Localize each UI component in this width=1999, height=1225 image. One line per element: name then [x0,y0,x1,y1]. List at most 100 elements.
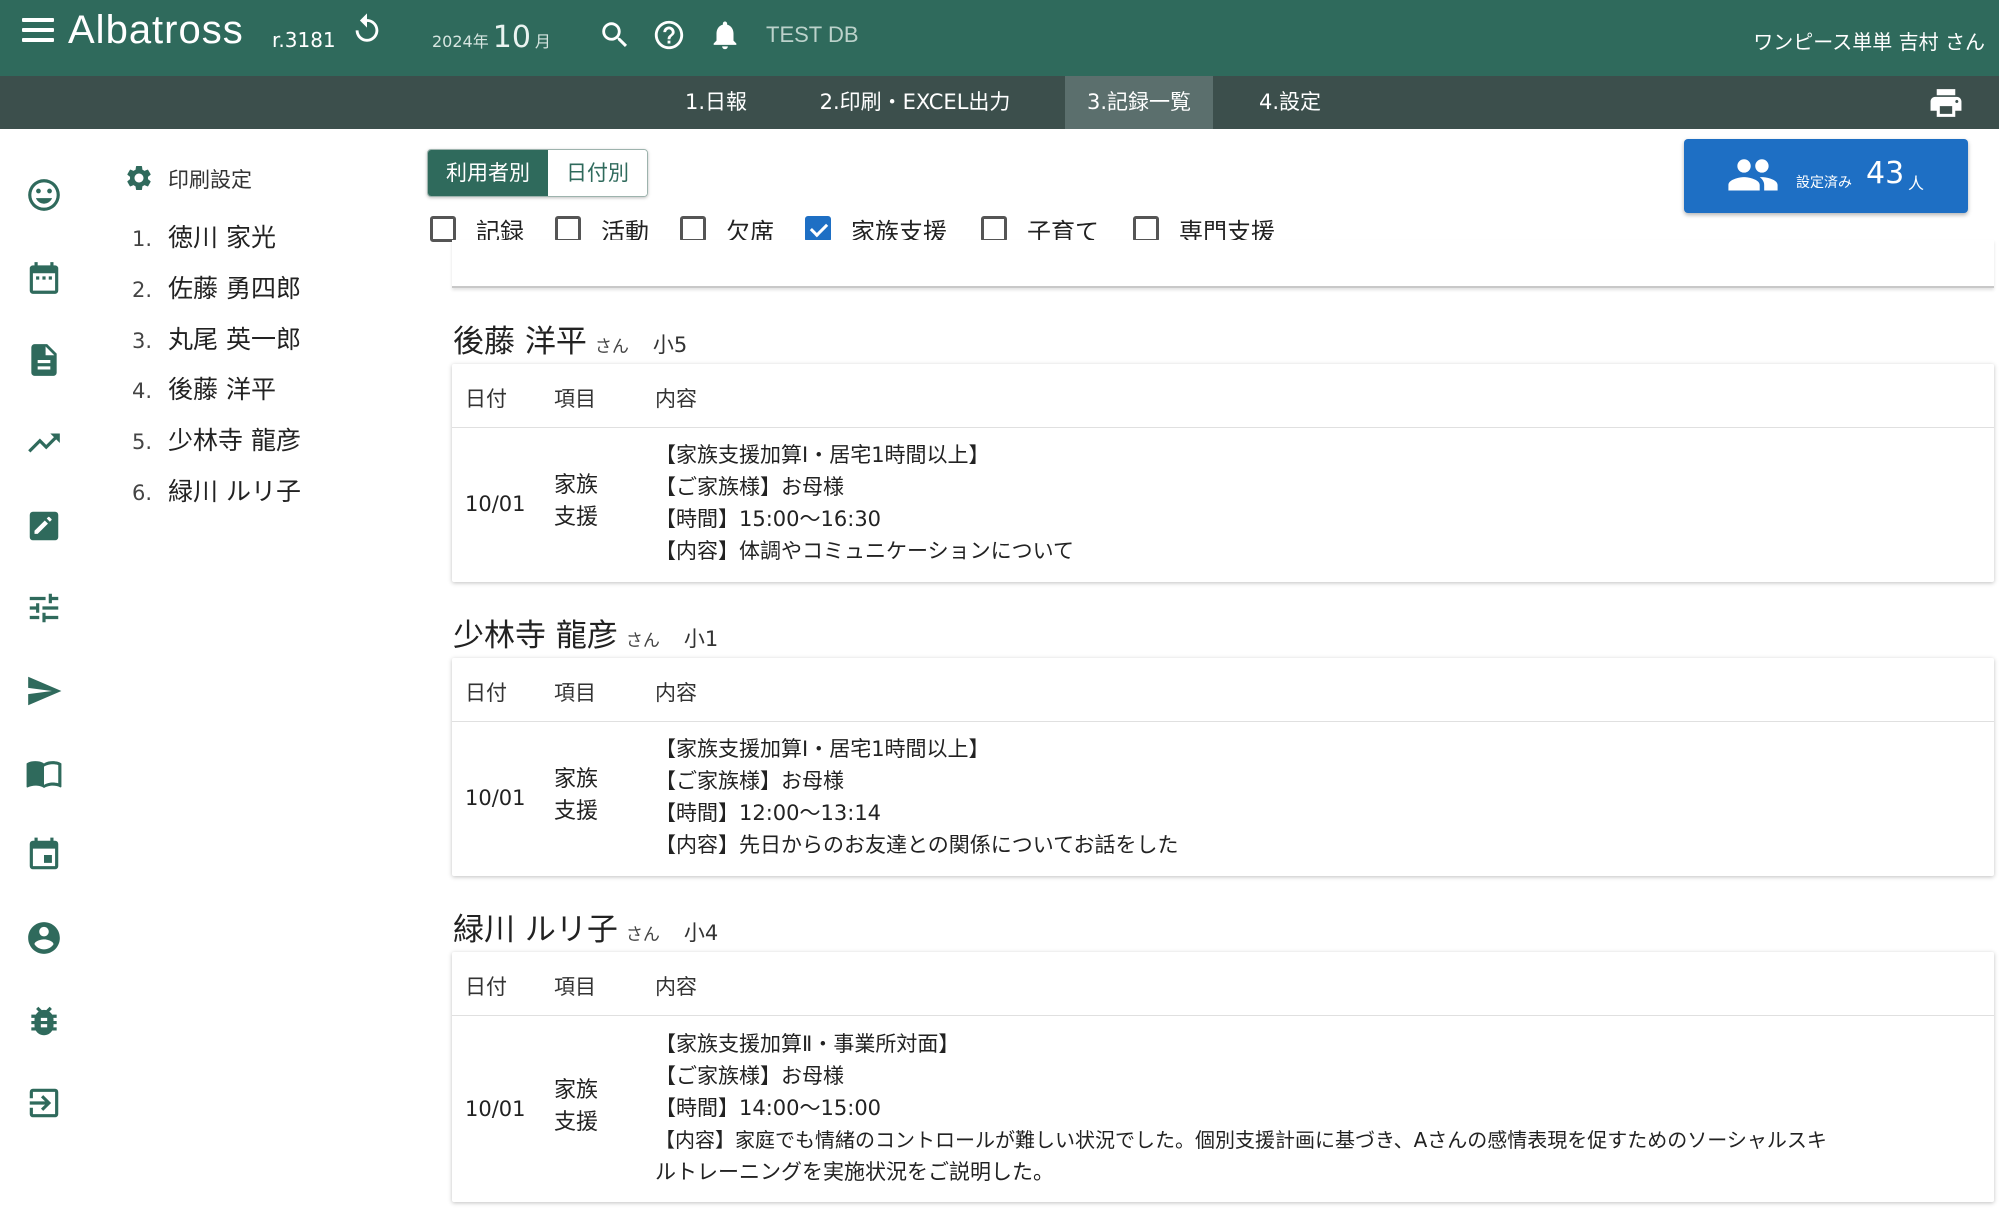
print-settings-title: 印刷設定 [168,168,252,192]
content-line: 【家族支援加算Ⅰ・居宅1時間以上】 [655,443,990,467]
record-item-line: 支援 [554,505,599,530]
record-header: 少林寺 龍彦 さん 小1 [453,610,718,655]
record-user-name: 緑川 ルリ子 [453,912,618,948]
list-item-number: 2. [132,277,153,302]
content-line: 【ご家族様】お母様 [655,769,844,793]
record-date: 10/01 [465,1097,526,1121]
record-grade: 小1 [683,627,719,651]
content-line: 【家族支援加算Ⅰ・居宅1時間以上】 [655,737,990,761]
edit-icon[interactable] [25,507,63,545]
list-item-number: 5. [132,430,153,455]
tab-settings[interactable]: 4.設定 [1248,76,1332,129]
db-name: TEST DB [766,22,859,47]
menu-icon[interactable] [22,18,54,46]
refresh-icon[interactable] [350,12,384,55]
list-item-name: 緑川 ルリ子 [168,476,301,506]
account-icon[interactable] [25,919,63,957]
list-item[interactable]: 4. 後藤 洋平 [132,370,301,421]
record-honorific: さん [594,337,629,357]
tune-icon[interactable] [25,589,63,627]
checkbox[interactable] [805,216,831,242]
column-header-date: 日付 [465,975,507,999]
search-icon[interactable] [598,18,632,52]
calendar-icon[interactable] [25,259,63,297]
content-line: 【家族支援加算Ⅱ・事業所対面】 [655,1032,960,1056]
content-line: 【内容】家庭でも情緒のコントロールが難しい状況でした。個別支援計画に基づき、Aさ… [655,1128,1827,1152]
record-item: 家族 支援 [554,764,598,828]
list-item[interactable]: 2. 佐藤 勇四郎 [132,269,301,320]
record-item: 家族 支援 [554,470,598,534]
toggle-by-user[interactable]: 利用者別 [428,150,548,196]
column-header-item: 項目 [554,975,596,999]
list-item-name: 徳川 家光 [168,223,276,252]
record-card: 日付 項目 内容 10/01 家族 支援 【家族支援加算Ⅰ・居宅1時間以上】 【ご… [452,658,1994,876]
previous-record-card [452,240,1994,288]
record-item-line: 支援 [554,1110,599,1135]
list-item-number: 6. [132,480,153,505]
print-user-list: 1. 徳川 家光 2. 佐藤 勇四郎 3. 丸尾 英一郎 4. 後藤 洋平 5. 少林寺 … [132,218,301,523]
tab-record-list[interactable]: 3.記録一覧 [1065,76,1213,129]
list-item[interactable]: 5. 少林寺 龍彦 [132,421,301,472]
count-value: 43 [1866,156,1905,191]
content-line: 【時間】12:00〜13:14 [655,801,882,825]
list-item-name: 佐藤 勇四郎 [168,273,301,303]
send-icon[interactable] [25,672,63,710]
help-icon[interactable] [652,18,686,52]
event-icon[interactable] [25,836,63,874]
record-date: 10/01 [465,786,526,810]
record-grade: 小4 [683,921,719,945]
record-item: 家族 支援 [554,1075,598,1139]
list-item[interactable]: 3. 丸尾 英一郎 [132,320,301,371]
view-toggle: 利用者別 日付別 [427,149,648,197]
period-selector[interactable]: 2024年 10 月 [432,20,551,55]
app-version: r.3181 [272,28,336,52]
list-item-name: 後藤 洋平 [168,375,276,405]
checkbox[interactable] [430,216,456,242]
tab-daily-report[interactable]: 1.日報 [668,76,764,129]
configured-users-button[interactable]: 設定済み 43 人 [1684,139,1968,213]
record-content: 【家族支援加算Ⅰ・居宅1時間以上】 【ご家族様】お母様 【時間】12:00〜13… [655,733,1179,861]
list-item[interactable]: 6. 緑川 ルリ子 [132,472,301,523]
column-header-date: 日付 [465,387,507,411]
record-header: 緑川 ルリ子 さん 小4 [453,904,718,949]
toggle-by-date[interactable]: 日付別 [548,150,647,196]
user-name[interactable]: ワンピース単単 吉村 さん [1753,26,1985,55]
top-app-bar: Albatross r.3181 2024年 10 月 TEST DB ワンピース単… [0,0,1999,76]
record-content: 【家族支援加算Ⅱ・事業所対面】 【ご家族様】お母様 【時間】14:00〜15:0… [655,1028,1985,1188]
smile-icon[interactable] [25,176,63,214]
checkbox[interactable] [680,216,706,242]
record-user-name: 少林寺 龍彦 [453,618,618,654]
list-item[interactable]: 1. 徳川 家光 [132,218,301,269]
content-line: ルトレーニングを実施状況をご説明した。 [655,1160,1054,1184]
column-header-date: 日付 [465,681,507,705]
list-item-name: 丸尾 英一郎 [168,324,301,354]
list-item-name: 少林寺 龍彦 [168,426,301,456]
tab-bar: 1.日報 2.印刷・EXCEL出力 3.記録一覧 4.設定 [0,76,1999,129]
content-line: 【時間】14:00〜15:00 [655,1096,882,1120]
record-header: 後藤 洋平 さん 小5 [453,316,687,361]
record-content: 【家族支援加算Ⅰ・居宅1時間以上】 【ご家族様】お母様 【時間】15:00〜16… [655,439,1074,567]
logout-icon[interactable] [25,1084,63,1122]
bell-icon[interactable] [708,18,742,52]
bug-icon[interactable] [25,1002,63,1040]
period-year: 2024年 [432,32,489,51]
content-line: 【内容】体調やコミュニケーションについて [655,539,1074,563]
record-item-line: 支援 [554,799,599,824]
document-icon[interactable] [25,341,63,379]
period-month: 10 [492,20,531,55]
tab-print-excel[interactable]: 2.印刷・EXCEL出力 [800,76,1030,129]
column-header-content: 内容 [655,681,697,705]
print-icon[interactable] [1927,86,1965,118]
content-line: 【ご家族様】お母様 [655,475,844,499]
column-header-content: 内容 [655,387,697,411]
checkbox[interactable] [1133,216,1159,242]
content-line: 【ご家族様】お母様 [655,1064,844,1088]
book-icon[interactable] [25,754,63,792]
gear-icon[interactable] [124,163,154,193]
column-header-item: 項目 [554,681,596,705]
people-icon [1728,159,1778,191]
trending-icon[interactable] [25,424,63,462]
checkbox[interactable] [981,216,1007,242]
checkbox[interactable] [555,216,581,242]
record-item-line: 家族 [554,473,599,498]
